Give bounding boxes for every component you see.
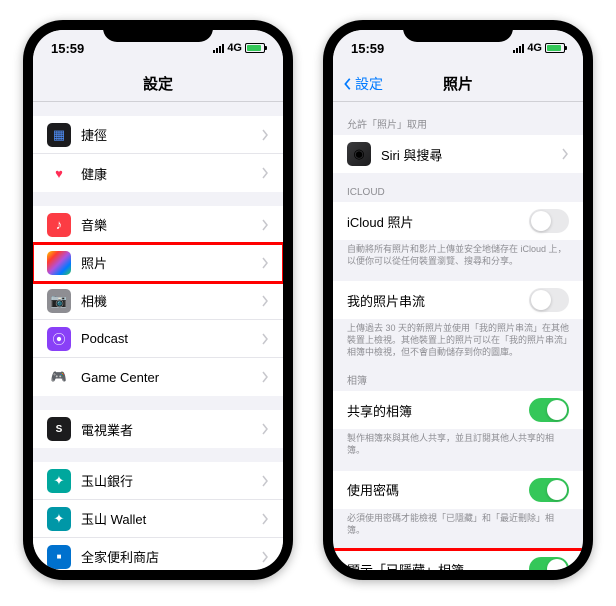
chevron-right-icon [261,219,269,231]
nav-bar: 設定 [33,66,283,102]
chevron-left-icon [341,77,355,91]
settings-row-gamecenter[interactable]: 🎮 Game Center [33,358,283,396]
row-label: Podcast [81,331,255,346]
photos-settings[interactable]: 允許「照片」取用 ◉ Siri 與搜尋 ICLOUD iCloud 照片自動將所有照片和… [333,102,583,570]
row-label: Siri 與搜尋 [381,145,555,164]
row-label: 相機 [81,291,255,310]
row-我的照片串流[interactable]: 我的照片串流 [333,281,583,319]
settings-list[interactable]: ▦ 捷徑 ♥ 健康 ♪ 音樂照片 📷 相機 ⦿ Podcast 🎮 Game Center S 電視業者 ✦… [33,102,283,570]
section-header: 相簿 [333,372,583,391]
row-label: 捷徑 [81,125,255,144]
status-time: 15:59 [51,41,84,56]
tvprovider-icon: S [47,417,71,441]
chevron-right-icon [261,551,269,563]
network-label: 4G [527,42,542,54]
settings-row-familymart[interactable]: ■ 全家便利商店 [33,538,283,570]
row-共享的相簿[interactable]: 共享的相簿 [333,391,583,429]
row-label: 健康 [81,164,255,183]
siri-icon: ◉ [347,142,371,166]
settings-row-esun-bank[interactable]: ✦ 玉山銀行 [33,462,283,500]
chevron-right-icon [261,295,269,307]
settings-row-shortcuts[interactable]: ▦ 捷徑 [33,116,283,154]
screen-left: 15:59 4G 設定 ▦ 捷徑 ♥ 健康 ♪ 音樂照片 📷 相機 ⦿ Podcast 🎮 Game … [33,30,283,570]
gamecenter-icon: 🎮 [47,365,71,389]
chevron-right-icon [261,423,269,435]
row-label: 玉山 Wallet [81,509,255,528]
row-label: 玉山銀行 [81,471,255,490]
settings-row-music[interactable]: ♪ 音樂 [33,206,283,244]
settings-row-camera[interactable]: 📷 相機 [33,282,283,320]
row-iCloud 照片[interactable]: iCloud 照片 [333,202,583,240]
row-Siri 與搜尋[interactable]: ◉ Siri 與搜尋 [333,135,583,173]
toggle-switch[interactable] [529,398,569,422]
chevron-right-icon [261,257,269,269]
row-label: 照片 [81,253,255,272]
toggle-switch[interactable] [529,209,569,233]
status-right: 4G [513,42,565,54]
toggle-switch[interactable] [529,478,569,502]
esun-bank-icon: ✦ [47,469,71,493]
chevron-right-icon [261,129,269,141]
row-label: 顯示「已隱藏」相簿 [347,560,529,570]
page-title: 設定 [143,73,173,94]
settings-row-photos[interactable]: 照片 [33,244,283,282]
chevron-right-icon [561,148,569,160]
chevron-right-icon [261,513,269,525]
section-footer: 上傳過去 30 天的新照片並使用「我的照片串流」在其他裝置上檢視。其他裝置上的照… [333,319,583,358]
settings-row-tvprovider[interactable]: S 電視業者 [33,410,283,448]
status-right: 4G [213,42,265,54]
phone-right: 15:59 4G 設定 照片 允許「照片」取用 ◉ Siri 與搜尋 ICLOUD iC… [323,20,593,580]
row-label: iCloud 照片 [347,212,529,231]
status-time: 15:59 [351,41,384,56]
section-footer: 自動將所有照片和影片上傳並安全地儲存在 iCloud 上，以便你可以從任何裝置瀏… [333,240,583,267]
camera-icon: 📷 [47,289,71,313]
network-label: 4G [227,42,242,54]
signal-icon [213,44,224,53]
settings-row-podcast[interactable]: ⦿ Podcast [33,320,283,358]
row-label: 我的照片串流 [347,291,529,310]
row-label: 使用密碼 [347,480,529,499]
section-footer: 必須使用密碼才能檢視「已隱藏」和「最近刪除」相簿。 [333,509,583,536]
section-header: 允許「照片」取用 [333,116,583,135]
phone-left: 15:59 4G 設定 ▦ 捷徑 ♥ 健康 ♪ 音樂照片 📷 相機 ⦿ Podcast 🎮 Game … [23,20,293,580]
toggle-switch[interactable] [529,288,569,312]
battery-icon [545,43,565,53]
notch [103,20,213,42]
music-icon: ♪ [47,213,71,237]
shortcuts-icon: ▦ [47,123,71,147]
podcast-icon: ⦿ [47,327,71,351]
row-label: 電視業者 [81,420,255,439]
settings-row-esun-wallet[interactable]: ✦ 玉山 Wallet [33,500,283,538]
esun-wallet-icon: ✦ [47,507,71,531]
chevron-right-icon [261,475,269,487]
photos-icon [47,251,71,275]
nav-bar: 設定 照片 [333,66,583,102]
row-顯示「已隱藏」相簿[interactable]: 顯示「已隱藏」相簿 [333,550,583,570]
row-label: Game Center [81,370,255,385]
page-title: 照片 [443,73,473,94]
section-header: ICLOUD [333,187,583,202]
chevron-right-icon [261,371,269,383]
row-label: 共享的相簿 [347,401,529,420]
signal-icon [513,44,524,53]
settings-row-health[interactable]: ♥ 健康 [33,154,283,192]
notch [403,20,513,42]
chevron-right-icon [261,167,269,179]
back-button[interactable]: 設定 [341,74,383,94]
back-label: 設定 [355,74,383,94]
row-label: 全家便利商店 [81,547,255,566]
screen-right: 15:59 4G 設定 照片 允許「照片」取用 ◉ Siri 與搜尋 ICLOUD iC… [333,30,583,570]
row-使用密碼[interactable]: 使用密碼 [333,471,583,509]
section-footer: 製作相簿來與其他人共享，並且訂閱其他人共享的相簿。 [333,429,583,456]
health-icon: ♥ [47,161,71,185]
familymart-icon: ■ [47,545,71,569]
battery-icon [245,43,265,53]
row-label: 音樂 [81,215,255,234]
chevron-right-icon [261,333,269,345]
toggle-switch[interactable] [529,557,569,570]
